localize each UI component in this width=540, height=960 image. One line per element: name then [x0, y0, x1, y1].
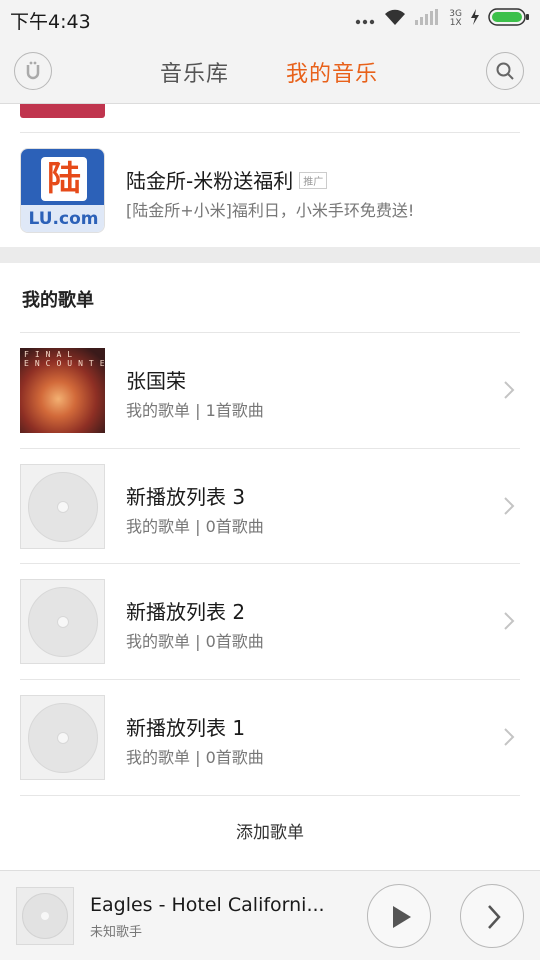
chevron-right-icon — [504, 381, 515, 399]
now-playing-artist: 未知歌手 — [90, 925, 143, 940]
ad-title: 陆金所-米粉送福利 推广 — [126, 165, 328, 194]
top-nav: 音乐库 我的音乐 — [0, 38, 540, 104]
playlist-item[interactable]: 新播放列表 2 我的歌单 | 0首歌曲 — [0, 564, 540, 679]
playlist-meta: 我的歌单 | 0首歌曲 — [126, 748, 264, 767]
disc-placeholder-icon — [20, 464, 105, 549]
chevron-right-icon — [504, 497, 515, 515]
network-type: 3G 1X — [449, 10, 462, 28]
tab-my-music[interactable]: 我的音乐 — [286, 56, 378, 88]
status-time: 下午4:43 — [10, 11, 91, 33]
ad-icon-char: 陆 — [41, 157, 87, 201]
disc-placeholder-icon — [20, 579, 105, 664]
playlist-meta: 我的歌单 | 0首歌曲 — [126, 517, 264, 536]
playlist-item[interactable]: 新播放列表 1 我的歌单 | 0首歌曲 — [0, 680, 540, 795]
playlist-meta: 我的歌单 | 1首歌曲 — [126, 401, 264, 420]
ad-item[interactable]: 陆 LU.com 陆金所-米粉送福利 推广 [陆金所+小米]福利日，小米手环免费送… — [0, 133, 540, 247]
play-icon — [393, 906, 411, 928]
now-playing-cover — [16, 887, 74, 945]
album-cover: FINAL ENCOUNTER — [20, 348, 105, 433]
add-playlist-button[interactable]: 添加歌单 — [0, 818, 540, 848]
playlist-item[interactable]: FINAL ENCOUNTER 张国荣 我的歌单 | 1首歌曲 — [0, 333, 540, 448]
previous-item-thumbnail — [20, 104, 105, 118]
playlist-item[interactable]: 新播放列表 3 我的歌单 | 0首歌曲 — [0, 449, 540, 564]
ad-subtitle: [陆金所+小米]福利日，小米手环免费送! — [126, 201, 415, 220]
mi-account-icon — [26, 61, 40, 80]
playlist-name: 新播放列表 2 — [126, 600, 246, 624]
now-playing-title: Eagles - Hotel Californi... — [90, 894, 325, 916]
chevron-right-icon — [504, 612, 515, 630]
search-icon — [496, 62, 514, 80]
playlist-name: 张国荣 — [126, 369, 186, 393]
signal-icon — [415, 9, 441, 29]
lu-app-icon: 陆 LU.com — [20, 148, 105, 233]
playlist-meta: 我的歌单 | 0首歌曲 — [126, 632, 264, 651]
section-title: 我的歌单 — [22, 290, 94, 311]
tab-music-library[interactable]: 音乐库 — [160, 56, 229, 88]
network-type-bottom: 1X — [449, 18, 462, 28]
disc-placeholder-icon — [20, 695, 105, 780]
status-bar: 下午4:43 3G 1X — [0, 0, 540, 38]
play-button[interactable] — [367, 884, 431, 948]
section-separator — [0, 247, 540, 263]
account-button[interactable] — [14, 52, 52, 90]
mini-player[interactable]: Eagles - Hotel Californi... 未知歌手 — [0, 870, 540, 960]
divider — [20, 795, 520, 796]
status-icons: 3G 1X — [355, 7, 530, 31]
ad-badge: 推广 — [299, 172, 328, 189]
playlist-name: 新播放列表 3 — [126, 485, 246, 509]
charging-icon — [470, 9, 480, 29]
wifi-icon — [383, 8, 407, 30]
next-button[interactable] — [460, 884, 524, 948]
ad-icon-text: LU.com — [21, 205, 104, 232]
chevron-right-icon — [488, 905, 501, 929]
chevron-right-icon — [504, 728, 515, 746]
playlist-name: 新播放列表 1 — [126, 716, 246, 740]
search-button[interactable] — [486, 52, 524, 90]
ad-title-text: 陆金所-米粉送福利 — [126, 169, 294, 193]
battery-icon — [488, 8, 530, 30]
more-dots-icon — [355, 10, 375, 29]
